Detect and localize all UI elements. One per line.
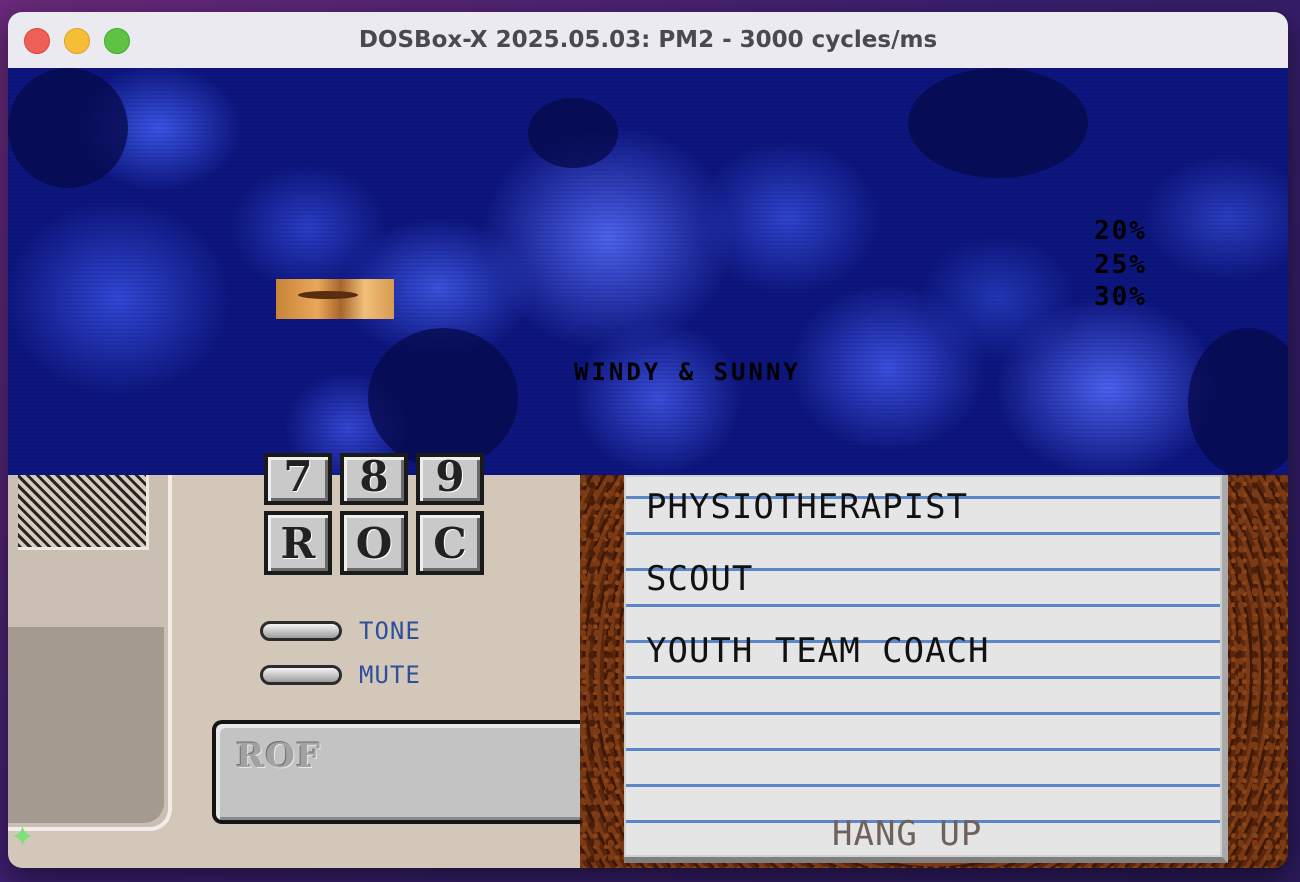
crowd-shadow bbox=[368, 328, 518, 468]
tone-label: TONE bbox=[359, 617, 421, 645]
game-screen: 20% 25% 30% WINDY & SUNNY 7 8 9 R O C TO… bbox=[8, 68, 1288, 868]
dosbox-window: DOSBox-X 2025.05.03: PM2 - 3000 cycles/m… bbox=[8, 12, 1288, 868]
key-r-button[interactable]: R bbox=[264, 511, 332, 575]
crowd-shadow bbox=[8, 68, 128, 188]
tone-button[interactable] bbox=[260, 621, 342, 641]
contact-item-scout[interactable]: SCOUT bbox=[646, 559, 753, 599]
window-title: DOSBox-X 2025.05.03: PM2 - 3000 cycles/m… bbox=[358, 27, 938, 53]
keypad: 7 8 9 R O C bbox=[260, 453, 494, 597]
odds-value[interactable]: 20% bbox=[1094, 216, 1174, 246]
player-name: WINDY & SUNNY bbox=[574, 358, 801, 386]
crowd-shadow bbox=[528, 98, 618, 168]
phone-handset-rest bbox=[8, 627, 164, 823]
telephone: 7 8 9 R O C TONE MUTE ROF ✦ bbox=[8, 453, 584, 868]
crowd-photo: 20% 25% 30% WINDY & SUNNY bbox=[8, 68, 1288, 475]
player-face-photo bbox=[276, 279, 394, 319]
speaker-grille bbox=[18, 475, 149, 550]
contact-item-physiotherapist[interactable]: PHYSIOTHERAPIST bbox=[646, 487, 968, 527]
mute-label: MUTE bbox=[359, 661, 421, 689]
crowd-shadow bbox=[1188, 328, 1288, 475]
odds-value[interactable]: 30% bbox=[1094, 282, 1174, 312]
crowd-shadow bbox=[908, 68, 1088, 178]
contacts-notepad: PHYSIOTHERAPIST SCOUT YOUTH TEAM COACH H… bbox=[624, 475, 1228, 863]
mute-button[interactable] bbox=[260, 665, 342, 685]
phone-display: ROF bbox=[212, 720, 584, 824]
sparkle-icon: ✦ bbox=[10, 820, 36, 855]
key-9-button[interactable]: 9 bbox=[416, 453, 484, 505]
odds-value[interactable]: 25% bbox=[1094, 250, 1174, 280]
contact-item-youth-team-coach[interactable]: YOUTH TEAM COACH bbox=[646, 631, 990, 671]
title-bar: DOSBox-X 2025.05.03: PM2 - 3000 cycles/m… bbox=[8, 12, 1288, 69]
phone-handset-panel bbox=[8, 475, 172, 831]
display-text: ROF bbox=[236, 736, 322, 776]
key-7-button[interactable]: 7 bbox=[264, 453, 332, 505]
key-8-button[interactable]: 8 bbox=[340, 453, 408, 505]
key-c-button[interactable]: C bbox=[416, 511, 484, 575]
hang-up-button[interactable]: HANG UP bbox=[832, 814, 982, 854]
key-o-button[interactable]: O bbox=[340, 511, 408, 575]
